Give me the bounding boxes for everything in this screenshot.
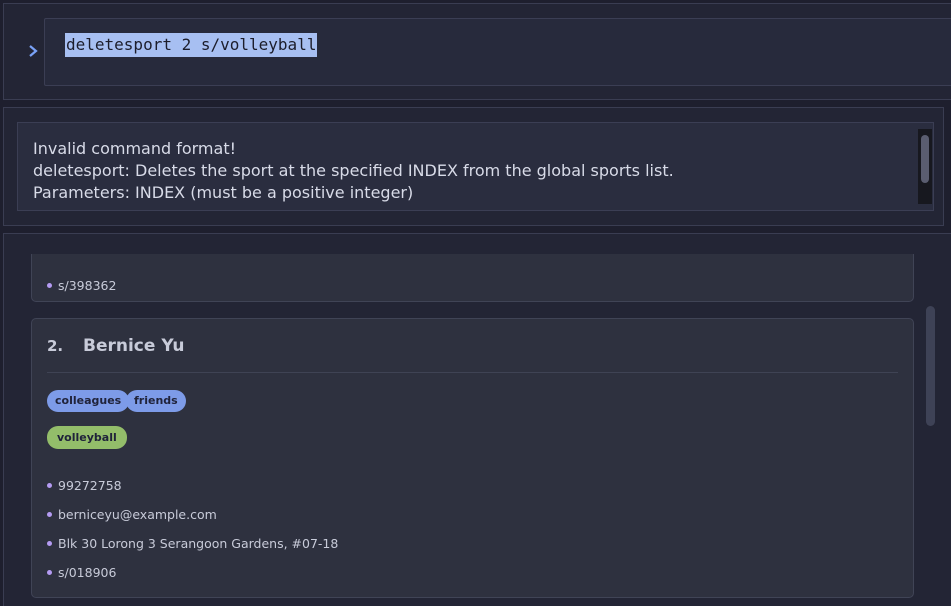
sport-chip: volleyball <box>47 426 127 449</box>
result-line: deletesport: Deletes the sport at the sp… <box>33 161 674 180</box>
bullet-icon <box>47 570 52 575</box>
chevron-right-icon <box>26 44 42 60</box>
phone-field: 99272758 <box>47 477 122 495</box>
tag-chip: colleagues <box>47 390 130 412</box>
field-value: s/018906 <box>58 565 117 580</box>
postal-field: s/018906 <box>47 564 116 582</box>
result-line: Invalid command format! <box>33 139 237 158</box>
person-list-scrollbar[interactable] <box>924 234 938 606</box>
command-input[interactable]: deletesport 2 s/volleyball <box>44 18 951 86</box>
bullet-icon <box>47 283 52 288</box>
result-text: Invalid command format! deletesport: Del… <box>33 138 913 204</box>
bullet-icon <box>47 483 52 488</box>
result-display[interactable]: Invalid command format! deletesport: Del… <box>17 122 934 211</box>
result-line: Parameters: INDEX (must be a positive in… <box>33 183 414 202</box>
person-card[interactable]: s/398362 <box>31 254 914 302</box>
person-card[interactable]: 2. Bernice Yu colleagues friends volleyba… <box>31 318 914 598</box>
command-text[interactable]: deletesport 2 s/volleyball <box>65 33 318 57</box>
person-list[interactable]: s/398362 2. Bernice Yu colleagues friends… <box>4 254 951 606</box>
card-divider <box>47 372 898 373</box>
person-index: 2. <box>47 337 64 355</box>
bullet-icon <box>47 512 52 517</box>
person-list-scrollbar-thumb[interactable] <box>926 306 935 426</box>
field-value: 99272758 <box>58 478 122 493</box>
field-value: Blk 30 Lorong 3 Serangoon Gardens, #07-1… <box>58 536 339 551</box>
person-list-panel: s/398362 2. Bernice Yu colleagues friends… <box>3 233 951 606</box>
email-field: berniceyu@example.com <box>47 506 217 524</box>
result-scrollbar-thumb[interactable] <box>921 135 929 183</box>
bullet-icon <box>47 541 52 546</box>
field-value: berniceyu@example.com <box>58 507 217 522</box>
result-display-panel: Invalid command format! deletesport: Del… <box>3 107 944 226</box>
field-value: s/398362 <box>58 278 117 293</box>
address-field: Blk 30 Lorong 3 Serangoon Gardens, #07-1… <box>47 535 338 553</box>
card-title: 2. Bernice Yu <box>47 336 185 356</box>
field-row: s/398362 <box>47 277 116 295</box>
person-name: Bernice Yu <box>83 336 185 356</box>
result-scrollbar[interactable] <box>918 129 932 204</box>
tag-chip: friends <box>126 390 186 412</box>
command-bar: deletesport 2 s/volleyball <box>3 3 951 100</box>
